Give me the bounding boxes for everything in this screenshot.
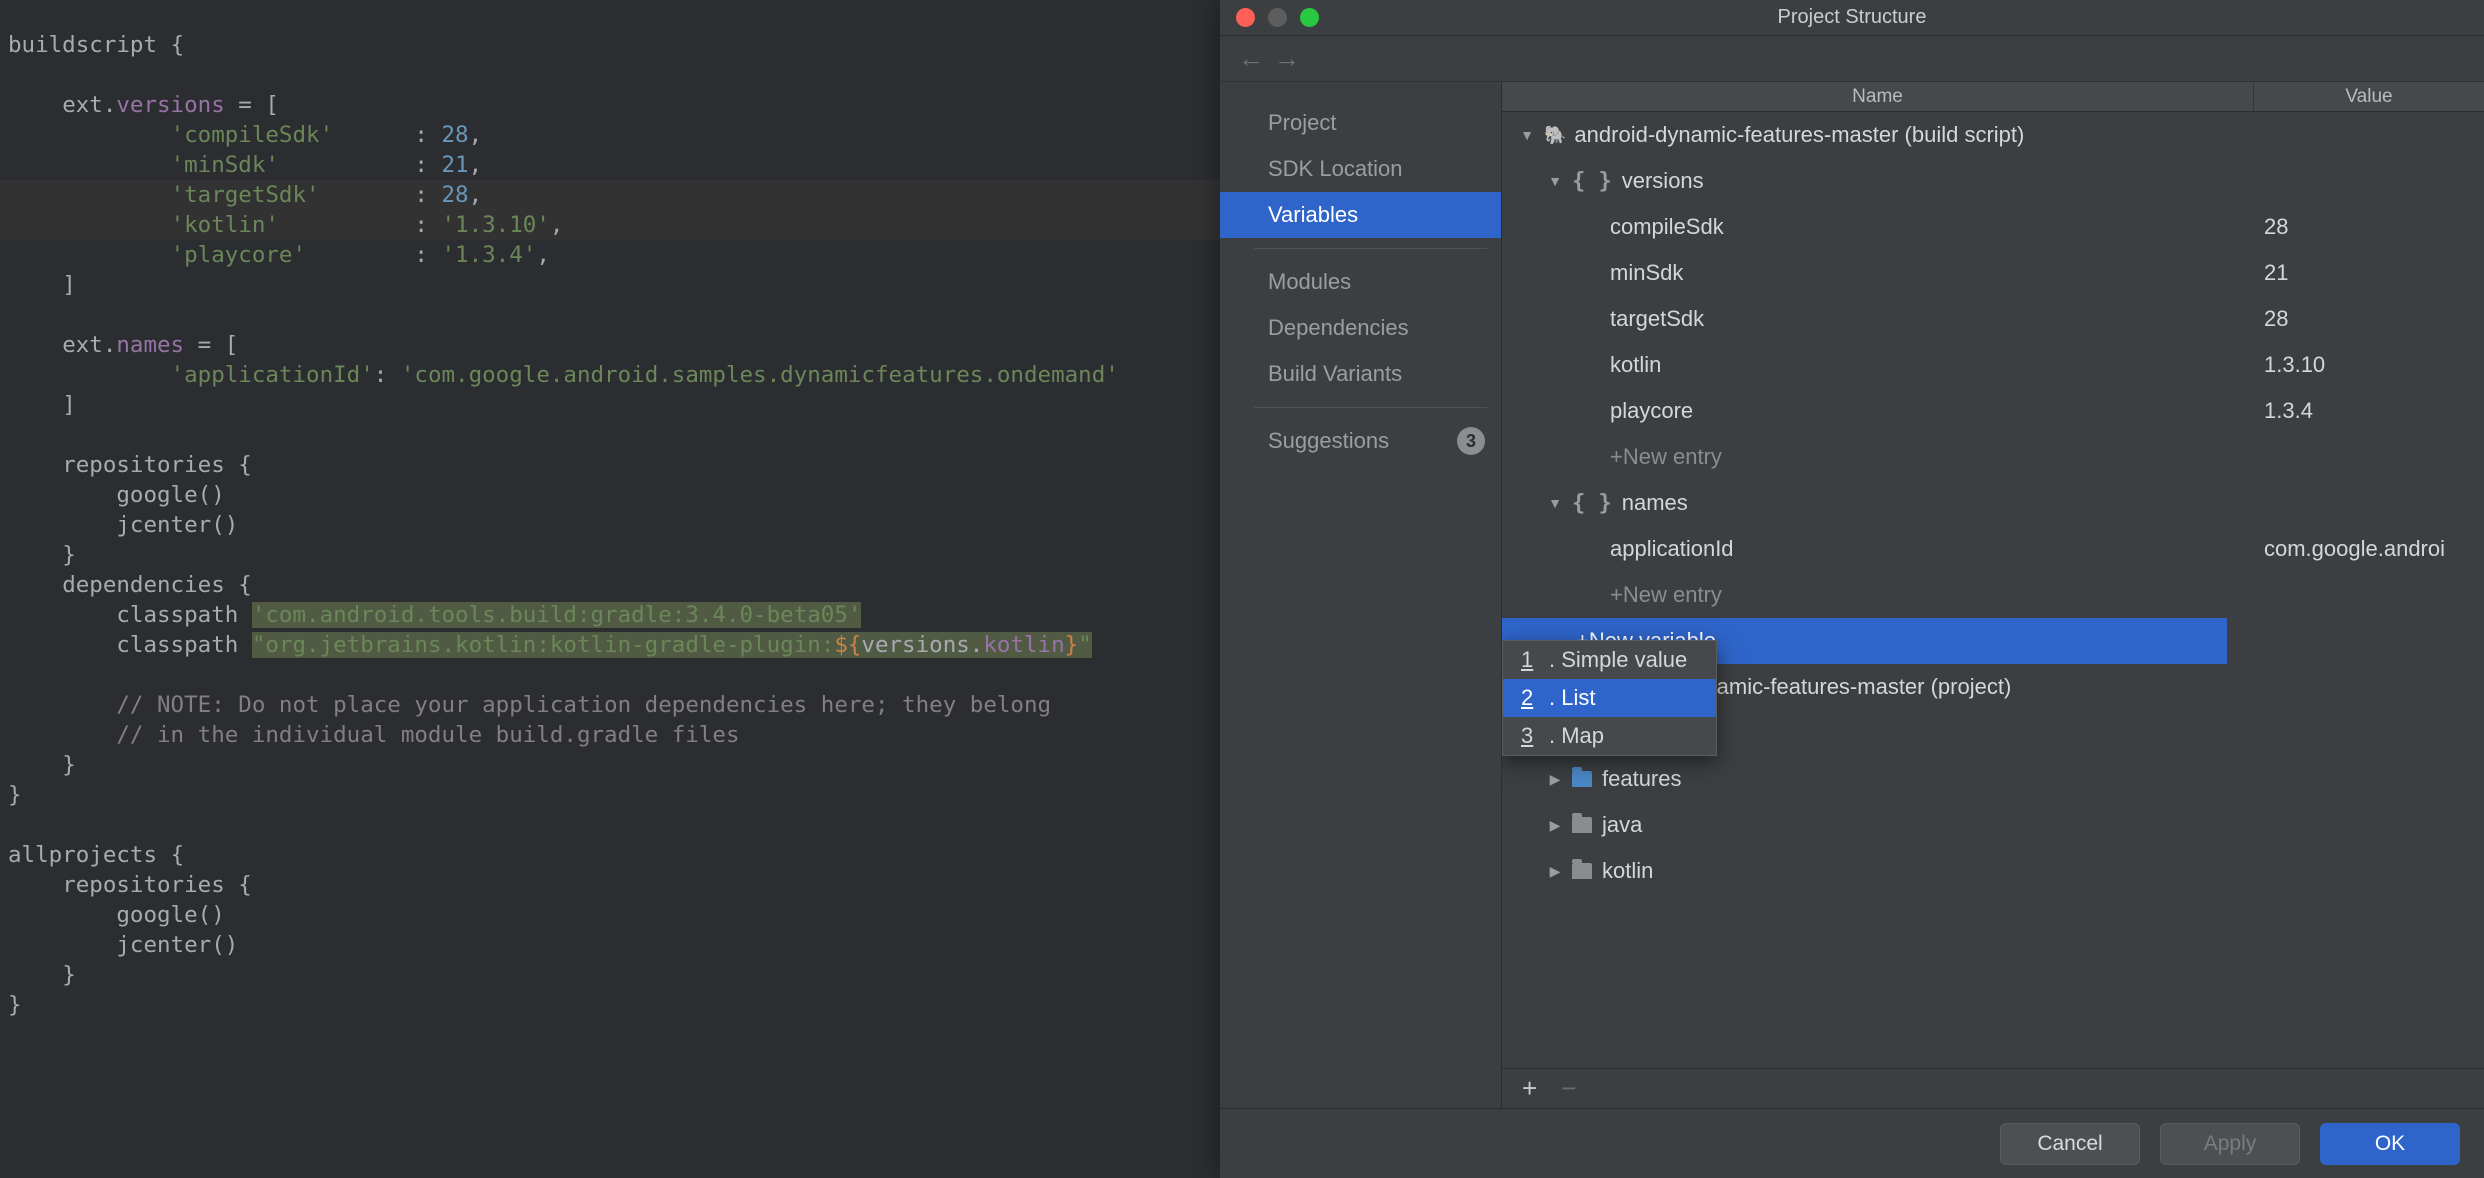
tree-folder-features[interactable]: features (1502, 756, 2484, 802)
tree-folder-java[interactable]: java (1502, 802, 2484, 848)
apply-button[interactable]: Apply (2160, 1123, 2300, 1165)
new-entry-versions[interactable]: +New entry (1502, 434, 2484, 480)
variables-tree[interactable]: 🐘android-dynamic-features-master (build … (1502, 112, 2484, 1068)
tree-folder-kotlin[interactable]: kotlin (1502, 848, 2484, 894)
header-value: Value (2254, 82, 2484, 111)
tree-row-applicationId[interactable]: applicationIdcom.google.androi (1502, 526, 2484, 572)
new-entry-names[interactable]: +New entry (1502, 572, 2484, 618)
tree-row-minSdk[interactable]: minSdk21 (1502, 250, 2484, 296)
tree-group-versions[interactable]: { }versions (1502, 158, 2484, 204)
project-structure-dialog: Project Structure ← → ProjectSDK Locatio… (1220, 0, 2484, 1178)
sidebar-item-build variants[interactable]: Build Variants (1220, 351, 1501, 397)
titlebar: Project Structure (1220, 0, 2484, 36)
button-bar: Cancel Apply OK (1220, 1108, 2484, 1178)
tree-row-targetSdk[interactable]: targetSdk28 (1502, 296, 2484, 342)
remove-icon[interactable]: − (1561, 1073, 1576, 1104)
back-icon[interactable]: ← (1238, 43, 1264, 74)
dialog-title: Project Structure (1220, 6, 2484, 29)
sidebar-item-sdk location[interactable]: SDK Location (1220, 146, 1501, 192)
popup-item-map[interactable]: 3. Map (1503, 717, 1716, 755)
sidebar-item-variables[interactable]: Variables (1220, 192, 1501, 238)
folder-icon (1572, 771, 1592, 787)
header-name: Name (1502, 82, 2254, 111)
tree-row-playcore[interactable]: playcore1.3.4 (1502, 388, 2484, 434)
tree-group-names[interactable]: { }names (1502, 480, 2484, 526)
sidebar-item-suggestions[interactable]: Suggestions3 (1220, 418, 1501, 464)
forward-icon[interactable]: → (1274, 43, 1300, 74)
braces-icon: { } (1572, 491, 1612, 516)
new-variable-popup: 1. Simple value2. List3. Map (1502, 640, 1717, 756)
sidebar-item-project[interactable]: Project (1220, 100, 1501, 146)
table-header: Name Value (1502, 82, 2484, 112)
folder-icon (1572, 863, 1592, 879)
folder-icon (1572, 817, 1592, 833)
braces-icon: { } (1572, 169, 1612, 194)
popup-item-list[interactable]: 2. List (1503, 679, 1716, 717)
tree-row-compileSdk[interactable]: compileSdk28 (1502, 204, 2484, 250)
gradle-icon: 🐘 (1544, 125, 1566, 146)
cancel-button[interactable]: Cancel (2000, 1123, 2140, 1165)
tree-row-kotlin[interactable]: kotlin1.3.10 (1502, 342, 2484, 388)
sidebar-item-dependencies[interactable]: Dependencies (1220, 305, 1501, 351)
tree-footer: + − (1502, 1068, 2484, 1108)
suggestions-badge: 3 (1457, 427, 1485, 455)
main-panel: Name Value 🐘android-dynamic-features-mas… (1502, 82, 2484, 1108)
nav-row: ← → (1220, 36, 2484, 82)
ok-button[interactable]: OK (2320, 1123, 2460, 1165)
tree-root-build-script[interactable]: 🐘android-dynamic-features-master (build … (1502, 112, 2484, 158)
sidebar-item-modules[interactable]: Modules (1220, 259, 1501, 305)
sidebar: ProjectSDK LocationVariables ModulesDepen… (1220, 82, 1502, 1108)
add-icon[interactable]: + (1522, 1073, 1537, 1104)
popup-item-simple value[interactable]: 1. Simple value (1503, 641, 1716, 679)
